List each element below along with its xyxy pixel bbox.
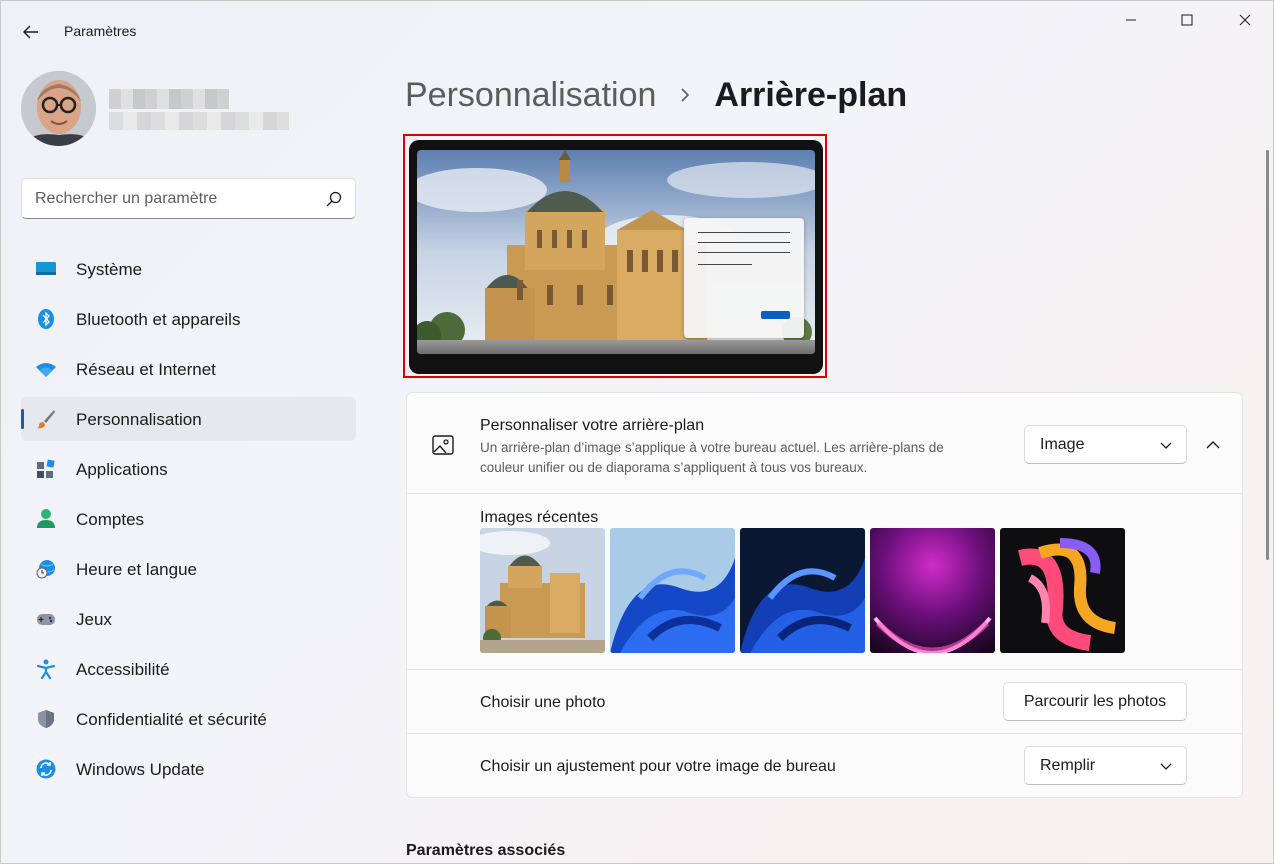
- chevron-down-icon: [1160, 442, 1172, 449]
- sidebar-item-bluetooth[interactable]: Bluetooth et appareils: [21, 297, 356, 341]
- wifi-icon: [36, 363, 56, 377]
- shield-icon: [38, 710, 54, 728]
- bloom-light-thumbnail: [610, 528, 735, 653]
- breadcrumb: Personnalisation Arrière-plan: [405, 72, 907, 118]
- monitor-frame: [409, 140, 823, 374]
- sidebar-item-label: Windows Update: [76, 760, 205, 779]
- close-button[interactable]: [1216, 0, 1274, 40]
- chevron-up-icon: [1206, 441, 1220, 449]
- collapse-button[interactable]: [1199, 431, 1227, 459]
- profile-email: [109, 112, 289, 130]
- recent-image-cathedral[interactable]: [480, 528, 605, 653]
- avatar[interactable]: [21, 71, 96, 146]
- sidebar-item-label: Système: [76, 260, 143, 279]
- divider: [407, 493, 1242, 494]
- scrollbar[interactable]: [1266, 150, 1269, 560]
- recent-image-purple-glow[interactable]: [870, 528, 995, 653]
- sidebar-item-label: Personnalisation: [76, 410, 202, 429]
- preview-line: [698, 264, 752, 265]
- preview-line: [698, 232, 790, 233]
- preview-line: [698, 252, 790, 253]
- maximize-button[interactable]: [1158, 0, 1216, 40]
- breadcrumb-parent[interactable]: Personnalisation: [405, 76, 656, 115]
- maximize-icon: [1181, 14, 1193, 26]
- choose-photo-label: Choisir une photo: [480, 694, 606, 711]
- profile-name: [109, 89, 229, 109]
- back-arrow-icon: [23, 25, 38, 39]
- brush-icon: [37, 410, 55, 429]
- choose-fit-label: Choisir un ajustement pour votre image d…: [480, 758, 836, 775]
- recent-image-bloom-dark[interactable]: [740, 528, 865, 653]
- person-icon: [37, 509, 55, 528]
- sidebar-item-applications[interactable]: Applications: [21, 447, 356, 491]
- accessibility-icon: [36, 659, 56, 679]
- bloom-dark-thumbnail: [740, 528, 865, 653]
- sidebar-item-systeme[interactable]: Système: [21, 247, 356, 291]
- sidebar-item-personnalisation[interactable]: Personnalisation: [21, 397, 356, 441]
- sidebar-item-label: Confidentialité et sécurité: [76, 710, 267, 729]
- avatar-photo: [21, 71, 96, 146]
- sidebar-item-jeux[interactable]: Jeux: [21, 597, 356, 641]
- sidebar-item-label: Réseau et Internet: [76, 360, 216, 379]
- divider: [407, 669, 1242, 670]
- fit-value: Remplir: [1040, 757, 1096, 774]
- divider: [407, 733, 1242, 734]
- sidebar-nav: Système Bluetooth et appareils Réseau et…: [21, 247, 356, 797]
- title-bar: Paramètres: [0, 0, 1274, 62]
- desktop-preview: [403, 134, 827, 378]
- browse-photos-button[interactable]: Parcourir les photos: [1003, 682, 1187, 721]
- sidebar-item-label: Heure et langue: [76, 560, 197, 579]
- minimize-icon: [1126, 19, 1136, 21]
- background-settings-card: Personnaliser votre arrière-plan Un arri…: [406, 392, 1243, 798]
- related-settings-title: Paramètres associés: [406, 842, 566, 859]
- sidebar-item-accessibilite[interactable]: Accessibilité: [21, 647, 356, 691]
- preview-window-button: [761, 311, 790, 319]
- recent-image-bloom-light[interactable]: [610, 528, 735, 653]
- chevron-right-icon: [681, 88, 690, 102]
- recent-images-label: Images récentes: [480, 509, 599, 526]
- search-input[interactable]: [22, 179, 312, 218]
- sidebar-item-label: Comptes: [76, 510, 145, 529]
- sidebar-item-label: Applications: [76, 460, 168, 479]
- fit-dropdown[interactable]: Remplir: [1024, 746, 1187, 785]
- preview-window: [684, 218, 804, 338]
- search-icon[interactable]: [325, 190, 343, 208]
- apps-icon: [37, 459, 55, 478]
- sidebar-item-heure[interactable]: Heure et langue: [21, 547, 356, 591]
- preview-taskbar: [417, 340, 815, 354]
- sidebar-item-label: Jeux: [76, 610, 112, 629]
- personalize-background-title: Personnaliser votre arrière-plan: [480, 417, 705, 434]
- bluetooth-icon: [38, 309, 54, 329]
- sidebar-item-reseau[interactable]: Réseau et Internet: [21, 347, 356, 391]
- page-title: Arrière-plan: [714, 75, 908, 114]
- background-type-value: Image: [1040, 436, 1085, 453]
- sidebar-item-windows-update[interactable]: Windows Update: [21, 747, 356, 791]
- image-icon: [432, 435, 454, 455]
- search-box: [21, 178, 356, 219]
- preview-line: [698, 242, 790, 243]
- system-icon: [36, 262, 56, 275]
- personalize-background-description: Un arrière-plan d’image s’applique à vot…: [480, 440, 944, 475]
- background-type-dropdown[interactable]: Image: [1024, 425, 1187, 464]
- sidebar-item-confidentialite[interactable]: Confidentialité et sécurité: [21, 697, 356, 741]
- wallpaper-preview: [417, 150, 815, 354]
- sidebar-item-label: Accessibilité: [76, 660, 170, 679]
- sidebar-item-label: Bluetooth et appareils: [76, 310, 241, 329]
- recent-images-list: [480, 528, 1130, 653]
- clock-globe-icon: [36, 560, 55, 579]
- ribbons-thumbnail: [1000, 528, 1125, 653]
- gamepad-icon: [37, 614, 55, 625]
- app-title: Paramètres: [64, 23, 137, 39]
- cathedral-thumbnail: [480, 528, 605, 653]
- update-icon: [36, 759, 56, 779]
- minimize-button[interactable]: [1102, 0, 1160, 40]
- purple-glow-thumbnail: [870, 528, 995, 653]
- sidebar-item-comptes[interactable]: Comptes: [21, 497, 356, 541]
- close-icon: [1239, 14, 1251, 26]
- recent-image-ribbons[interactable]: [1000, 528, 1125, 653]
- back-button[interactable]: [14, 16, 48, 48]
- chevron-down-icon: [1160, 763, 1172, 770]
